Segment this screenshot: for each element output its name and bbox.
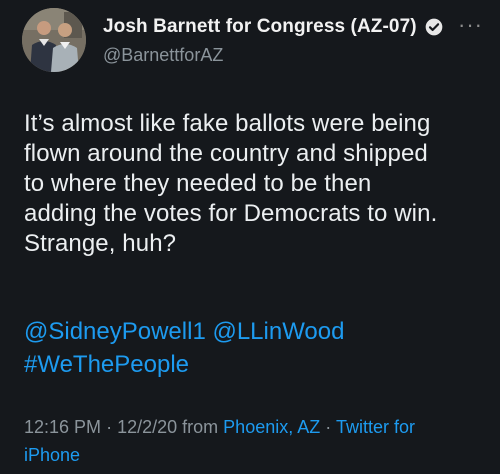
tweet-text: It’s almost like fake ballots were being… — [24, 109, 494, 259]
tweet-card: Josh Barnett for Congress (AZ-07) ··· @B… — [0, 0, 500, 474]
tweet-time[interactable]: 12:16 PM — [24, 417, 101, 437]
tweet-text-line: adding the votes for Democrats to win. — [24, 200, 438, 227]
avatar[interactable] — [22, 8, 86, 72]
meta-separator: · — [325, 417, 332, 437]
tweet-text-line: flown around the country and shipped — [24, 140, 428, 167]
meta-separator: · — [106, 417, 113, 437]
tweet-text-line: Strange, huh? — [24, 230, 177, 257]
tweet-links: @SidneyPowell1 @LLinWood #WeThePeople — [24, 315, 494, 381]
tweet-source-link-continued[interactable]: iPhone — [24, 445, 80, 465]
tweet-location-link[interactable]: Phoenix, AZ — [223, 417, 320, 437]
mentions-line: @SidneyPowell1 @LLinWood — [24, 315, 494, 348]
author-display-name[interactable]: Josh Barnett for Congress (AZ-07) — [103, 16, 417, 38]
tweet-date[interactable]: 12/2/20 — [117, 417, 177, 437]
mention-link[interactable]: @LLinWood — [212, 318, 344, 345]
tweet-text-line: to where they needed to be then — [24, 170, 372, 197]
hashtag-link[interactable]: #WeThePeople — [24, 351, 189, 378]
author-row: Josh Barnett for Congress (AZ-07) — [103, 16, 444, 38]
from-label: from — [182, 417, 219, 437]
tweet-source-link[interactable]: Twitter for — [336, 417, 415, 437]
avatar-photo — [22, 8, 86, 72]
tweet-metadata: 12:16 PM · 12/2/20 from Phoenix, AZ · Tw… — [24, 413, 484, 469]
tweet-text-line: It’s almost like fake ballots were being — [24, 110, 431, 137]
verified-badge-icon — [424, 17, 444, 37]
author-handle[interactable]: @BarnettforAZ — [103, 45, 223, 66]
more-options-icon[interactable]: ··· — [458, 14, 483, 36]
hashtag-line: #WeThePeople — [24, 348, 494, 381]
mention-link[interactable]: @SidneyPowell1 — [24, 318, 206, 345]
